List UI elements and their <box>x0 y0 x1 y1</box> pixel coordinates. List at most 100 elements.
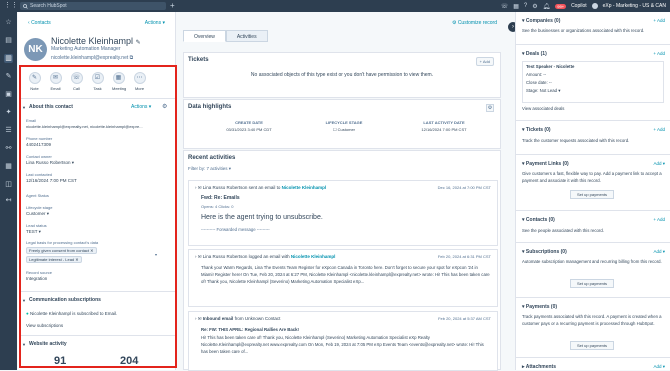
lifecycle-value[interactable]: Customer ▾ <box>26 211 49 217</box>
reporting-icon[interactable]: ▦ <box>4 162 13 171</box>
service-icon[interactable]: ☰ <box>4 126 13 135</box>
activity-item[interactable]: › ✉ Inbound email from Unknown Contact F… <box>188 311 498 371</box>
contacts-section-toggle[interactable]: ▾ Contacts (0) <box>522 217 555 223</box>
dashboard-icon[interactable]: ▤ <box>4 36 13 45</box>
setup-payments-button[interactable]: Set up payments <box>570 341 615 350</box>
subscriptions-add-dropdown[interactable]: Add ▾ <box>653 249 665 255</box>
global-search-input[interactable]: Search HubSpot <box>20 2 166 10</box>
owner-prop-value[interactable]: Lina Russo Robertson ▾ <box>26 160 74 166</box>
sales-icon[interactable]: ✦ <box>4 108 13 117</box>
automation-icon[interactable]: ⚯ <box>4 144 13 153</box>
deals-section-toggle[interactable]: ▾ Deals (1) <box>522 51 547 57</box>
attachments-add-dropdown[interactable]: Add ▾ <box>653 364 665 370</box>
content-icon[interactable]: ▣ <box>4 90 13 99</box>
companies-add-link[interactable]: + Add <box>653 18 665 23</box>
customize-record-link[interactable]: ⚙ Customize record <box>452 20 497 26</box>
highlight-value: 03/31/2023 3:40 PM CDT <box>226 127 272 132</box>
attachments-toggle[interactable]: ▸ Attachments <box>522 364 556 370</box>
data-icon[interactable]: ◫ <box>4 180 13 189</box>
legal-tag-interest-text: Legitimate interest - Lead <box>29 257 75 262</box>
payment-links-toggle[interactable]: ▾ Payment Links (0) <box>522 161 569 167</box>
divider <box>19 98 176 99</box>
search-icon <box>23 3 28 9</box>
record-source-label: Record source <box>26 270 53 275</box>
activity-item[interactable]: › ✉ Lina Russo Robertson logged an email… <box>188 249 498 307</box>
call-action-button[interactable]: ☏ Call <box>70 72 83 91</box>
marketplace-icon[interactable]: ▦ <box>513 3 519 10</box>
comm-section-toggle[interactable]: ▼ Communication subscriptions <box>22 297 101 303</box>
tab-overview[interactable]: Overview <box>183 30 226 42</box>
meeting-icon: ▦ <box>112 72 125 84</box>
phone-prop-value[interactable]: 4402417309 <box>26 142 51 147</box>
tab-activities[interactable]: Activities <box>225 30 268 42</box>
activity-item[interactable]: › ✉ Lina Russo Robertson sent an email t… <box>188 180 498 246</box>
lead-status-value-text: TEST <box>26 229 38 234</box>
lifecycle-label: Lifecycle stage <box>26 205 53 210</box>
view-subscriptions-link[interactable]: View subscriptions <box>26 323 63 328</box>
about-section-toggle[interactable]: ▼ About this contact <box>22 104 73 110</box>
crm-icon[interactable]: ▥ <box>4 54 13 63</box>
page-views-count: 204 <box>120 355 139 367</box>
settings-icon[interactable]: ⚙ <box>532 3 537 10</box>
deal-stage[interactable]: Stage: Not Lead ▾ <box>526 88 668 95</box>
website-activity-toggle[interactable]: ▼ Website activity <box>22 341 67 347</box>
about-settings-icon[interactable]: ⚙ <box>162 103 167 110</box>
filter-label: Filter by: 7 activities <box>188 166 228 171</box>
note-action-button[interactable]: ✎ Note <box>28 72 41 91</box>
copy-icon[interactable]: ⧉ <box>130 55 134 61</box>
view-associated-deals-link[interactable]: View associated deals <box>522 106 664 113</box>
back-to-contacts-link[interactable]: ‹ Contacts <box>28 20 51 26</box>
account-switcher[interactable]: eXp - Marketing - US & CAN <box>603 3 666 9</box>
tickets-section-toggle[interactable]: ▾ Tickets (0) <box>522 127 551 133</box>
legal-tag-interest[interactable]: Legitimate interest - Lead ✕ <box>26 256 82 263</box>
tickets-card-title: Tickets <box>188 57 209 63</box>
user-avatar[interactable] <box>591 3 598 9</box>
edit-name-icon[interactable]: ✎ <box>136 40 141 46</box>
notifications-icon[interactable]: 🔔︎ <box>543 3 551 10</box>
subscriptions-toggle[interactable]: ▾ Subscriptions (0) <box>522 249 567 255</box>
activity-contact-link[interactable]: Nicolette Kleinhampl <box>282 185 327 190</box>
highlights-settings-icon[interactable]: ⚙ <box>486 104 494 112</box>
create-plus-icon[interactable]: + <box>170 1 175 10</box>
marketing-icon[interactable]: ✎ <box>4 72 13 81</box>
more-action-button[interactable]: ⋯ More <box>133 72 146 91</box>
more-label: More <box>134 86 145 91</box>
setup-payments-button[interactable]: Set up payments <box>570 190 615 199</box>
help-icon[interactable]: ? <box>524 3 527 9</box>
legal-dropdown-chevron-icon[interactable]: ▾ <box>155 252 157 257</box>
record-actions-dropdown[interactable]: Actions ▾ <box>145 20 165 26</box>
meeting-action-button[interactable]: ▦ Meeting <box>112 72 126 91</box>
collapse-nav-icon[interactable]: ↤ <box>4 196 13 205</box>
task-action-button[interactable]: ☑ Task <box>91 72 104 91</box>
about-actions-dropdown[interactable]: Actions ▾ <box>131 104 151 110</box>
record-tabs: Overview Activities <box>183 30 268 42</box>
activity-filter-dropdown[interactable]: Filter by: 7 activities ▾ <box>188 166 231 172</box>
phone-icon[interactable]: ☏ <box>501 3 509 10</box>
comm-status-text: Nicolette Kleinhampl is subscribed to Em… <box>29 311 118 316</box>
payment-links-add-dropdown[interactable]: Add ▾ <box>653 161 665 167</box>
call-label: Call <box>73 86 80 91</box>
contacts-add-link[interactable]: + Add <box>653 217 665 222</box>
data-highlights-title: Data highlights <box>188 104 232 110</box>
payments-section: ▾ Payments (0) Track payments associated… <box>516 297 670 355</box>
email-action-button[interactable]: ✉ Email <box>49 72 62 91</box>
left-navigation-rail: ☆ ▤ ▥ ✎ ▣ ✦ ☰ ⚯ ▦ ◫ ↤ <box>0 12 17 370</box>
legal-tag-consent[interactable]: Freely given consent from contact ✕ <box>26 247 97 254</box>
activity-contact-link[interactable]: Nicolette Kleinhampl <box>291 254 336 259</box>
tickets-title: Tickets (0) <box>525 127 551 133</box>
app-grid-icon[interactable]: ⋮⋮ <box>4 2 18 10</box>
tickets-add-link[interactable]: + Add <box>653 127 665 132</box>
setup-payments-button[interactable]: Set up payments <box>570 279 615 288</box>
contact-job-title: Marketing Automation Manager <box>51 46 121 52</box>
copilot-button[interactable]: Copilot <box>571 3 587 9</box>
lead-status-value[interactable]: TEST ▾ <box>26 229 41 235</box>
deals-add-link[interactable]: + Add <box>653 51 665 56</box>
deal-name-link[interactable]: Test Speaker - Nicolette <box>526 64 668 71</box>
payments-toggle[interactable]: ▾ Payments (0) <box>522 304 557 310</box>
tickets-add-button[interactable]: + Add <box>475 57 494 66</box>
comm-section-title: Communication subscriptions <box>28 297 101 303</box>
email-prop-value[interactable]: nicolette.kleinhampl@exprealty.net, nico… <box>26 124 143 129</box>
email-icon: ✉ <box>49 72 62 84</box>
companies-section-toggle[interactable]: ▾ Companies (0) <box>522 18 560 24</box>
bookmarks-icon[interactable]: ☆ <box>4 18 13 27</box>
